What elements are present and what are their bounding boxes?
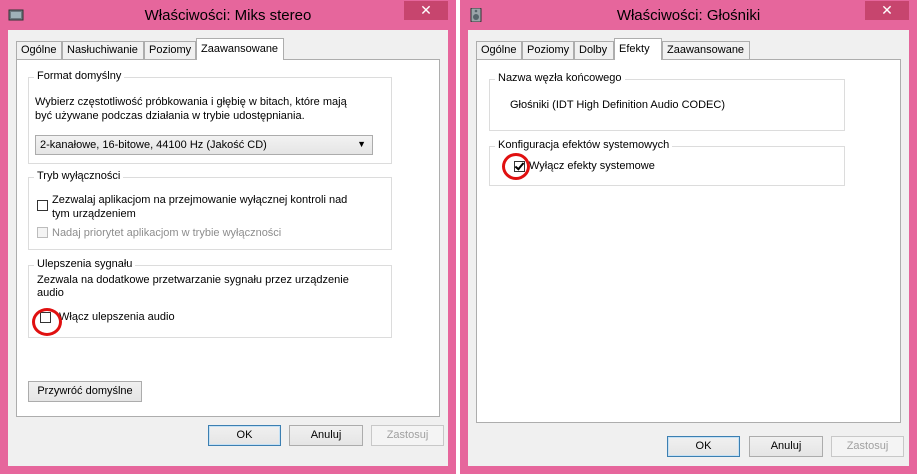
right-tab-panel: Nazwa węzła końcowego Głośniki (IDT High… — [476, 59, 901, 423]
enhancements-description-line1: Zezwala na dodatkowe przetwarzanie sygna… — [37, 274, 349, 286]
disable-effects-label: Wyłącz efekty systemowe — [529, 160, 655, 172]
tab-general[interactable]: Ogólne — [16, 41, 62, 59]
tab-levels[interactable]: Poziomy — [144, 41, 196, 59]
tab-advanced[interactable]: Zaawansowane — [662, 41, 750, 59]
allow-exclusive-checkbox[interactable] — [37, 200, 48, 211]
exclusive-priority-checkbox[interactable] — [37, 227, 48, 238]
left-apply-button[interactable]: Zastosuj — [371, 425, 444, 446]
endpoint-name-value: Głośniki (IDT High Definition Audio CODE… — [510, 99, 725, 111]
endpoint-name-group: Nazwa węzła końcowego Głośniki (IDT High… — [489, 72, 845, 131]
enable-enhancements-label: Włącz ulepszenia audio — [59, 311, 175, 323]
default-format-group: Format domyślny Wybierz częstotliwość pr… — [28, 70, 392, 164]
signal-enhancements-title: Ulepszenia sygnału — [34, 258, 136, 270]
exclusive-priority-label: Nadaj priorytet aplikacjom w trybie wyłą… — [52, 227, 282, 239]
exclusive-mode-group: Tryb wyłączności Zezwalaj aplikacjom na … — [28, 170, 392, 250]
tab-effects[interactable]: Efekty — [614, 38, 662, 60]
format-selected-value: 2-kanałowe, 16-bitowe, 44100 Hz (Jakość … — [40, 139, 267, 151]
format-description-line2: być używane podczas działania w trybie u… — [35, 110, 305, 122]
endpoint-name-title: Nazwa węzła końcowego — [495, 72, 625, 84]
right-dialog-window: Właściwości: Głośniki ✕ Ogólne Poziomy D… — [460, 0, 917, 474]
right-titlebar[interactable]: Właściwości: Głośniki ✕ — [460, 0, 917, 30]
allow-exclusive-label-line1: Zezwalaj aplikacjom na przejmowanie wyłą… — [52, 194, 348, 206]
tab-listen[interactable]: Nasłuchiwanie — [62, 41, 144, 59]
format-description-line1: Wybierz częstotliwość próbkowania i głęb… — [35, 96, 347, 108]
right-apply-button[interactable]: Zastosuj — [831, 436, 904, 457]
left-tab-panel: Format domyślny Wybierz częstotliwość pr… — [16, 59, 440, 417]
signal-enhancements-group: Ulepszenia sygnału Zezwala na dodatkowe … — [28, 258, 392, 338]
allow-exclusive-label-line2: tym urządzeniem — [52, 208, 136, 220]
tab-levels[interactable]: Poziomy — [522, 41, 574, 59]
tab-dolby[interactable]: Dolby — [574, 41, 614, 59]
right-cancel-button[interactable]: Anuluj — [749, 436, 823, 457]
left-ok-button[interactable]: OK — [208, 425, 281, 446]
left-window-title: Właściwości: Miks stereo — [144, 7, 312, 24]
right-window-title: Właściwości: Głośniki — [616, 7, 761, 24]
left-dialog-window: Właściwości: Miks stereo ✕ Ogólne Nasłuc… — [0, 0, 456, 474]
default-format-title: Format domyślny — [34, 70, 125, 82]
format-dropdown[interactable]: 2-kanałowe, 16-bitowe, 44100 Hz (Jakość … — [35, 135, 373, 155]
left-cancel-button[interactable]: Anuluj — [289, 425, 363, 446]
left-close-button[interactable]: ✕ — [404, 1, 448, 20]
left-titlebar[interactable]: Właściwości: Miks stereo ✕ — [0, 0, 456, 30]
annotation-circle — [502, 153, 530, 180]
tab-advanced[interactable]: Zaawansowane — [196, 38, 284, 60]
system-effects-group: Konfiguracja efektów systemowych Wyłącz … — [489, 139, 845, 186]
exclusive-mode-title: Tryb wyłączności — [34, 170, 124, 182]
chevron-down-icon: ▼ — [357, 139, 366, 149]
left-client-area: Ogólne Nasłuchiwanie Poziomy Zaawansowan… — [8, 30, 448, 466]
right-close-button[interactable]: ✕ — [865, 1, 909, 20]
system-effects-title: Konfiguracja efektów systemowych — [495, 139, 673, 151]
right-client-area: Ogólne Poziomy Dolby Efekty Zaawansowane… — [468, 30, 909, 466]
restore-defaults-button[interactable]: Przywróć domyślne — [28, 381, 142, 402]
tab-general[interactable]: Ogólne — [476, 41, 522, 59]
right-ok-button[interactable]: OK — [667, 436, 740, 457]
enhancements-description-line2: audio — [37, 287, 64, 299]
annotation-circle — [32, 308, 62, 336]
